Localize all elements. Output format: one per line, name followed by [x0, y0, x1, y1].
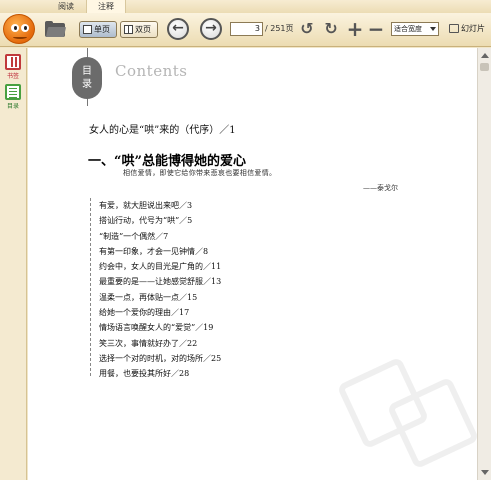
menu-bar: 阅读 注释: [0, 0, 491, 13]
double-page-icon: [124, 25, 133, 34]
toc-entry[interactable]: 搭讪行动，代号为“哄”／5: [99, 213, 221, 228]
toc-entry[interactable]: 情场语言唤醒女人的“爱觉”／19: [99, 320, 221, 335]
sidebar-item-label: 目录: [6, 103, 19, 110]
rotate-left-icon[interactable]: ↺: [298, 20, 316, 38]
toc-entry[interactable]: “制造”一个偶然／7: [99, 229, 221, 244]
sidebar: 书签 目录: [0, 48, 27, 480]
toc-entry[interactable]: 用餐，也要投其所好／28: [99, 366, 221, 381]
bookshelf-icon: [5, 54, 21, 70]
sidebar-item-label: 书签: [6, 73, 19, 80]
toc-entry[interactable]: 有第一印象，才会一见钟情／8: [99, 244, 221, 259]
zoom-select-value: 适合宽度: [394, 25, 422, 33]
toc-entry[interactable]: 温柔一点，再体贴一点／15: [99, 290, 221, 305]
document-page[interactable]: 目 录 Contents 女人的心是“哄”来的（代序）／1 一、“哄”总能博得她…: [28, 48, 477, 480]
heading-char-2: 录: [82, 79, 92, 90]
prev-page-icon[interactable]: ←: [167, 18, 189, 40]
toc-heading-badge: 目 录: [72, 57, 102, 99]
toc-icon: [5, 84, 21, 100]
single-page-icon: [83, 25, 92, 34]
slideshow-button[interactable]: 幻灯片: [449, 22, 485, 36]
slideshow-label: 幻灯片: [461, 24, 485, 33]
single-page-label: 单页: [94, 25, 110, 34]
zoom-out-icon[interactable]: −: [367, 19, 385, 39]
toc-entry[interactable]: 有爱，就大胆说出来吧／3: [99, 198, 221, 213]
toc-entry[interactable]: 给她一个爱你的理由／17: [99, 305, 221, 320]
chevron-down-icon: [430, 27, 436, 31]
sidebar-item-bookshelf[interactable]: 书签: [2, 54, 24, 80]
contents-heading: Contents: [115, 62, 188, 80]
rotate-right-icon[interactable]: ↻: [322, 20, 340, 38]
next-page-icon[interactable]: →: [200, 18, 222, 40]
toc-entry[interactable]: 选择一个对的时机，对的场所／25: [99, 351, 221, 366]
toc-entry[interactable]: 最重要的是——让她感觉舒服／13: [99, 274, 221, 289]
double-page-label: 双页: [135, 25, 151, 34]
chapter-title[interactable]: 一、“哄”总能博得她的爱心: [88, 150, 246, 169]
toolbar: 单页 双页 ← → 3 / 251页 ↺ ↻ + − 适合宽度 幻灯片: [0, 13, 491, 47]
slideshow-icon: [449, 24, 459, 33]
scroll-up-icon[interactable]: [481, 53, 489, 58]
toc-entry[interactable]: 约会中，女人的目光是广角的／11: [99, 259, 221, 274]
toc-dashed-rule: [90, 198, 91, 376]
watermark-stamp: [328, 348, 477, 478]
scrollbar-thumb[interactable]: [480, 63, 489, 71]
sidebar-item-toc[interactable]: 目录: [2, 84, 24, 110]
chapter-quote: 相信爱情，即使它给你带来悲哀也要相信爱情。: [123, 169, 277, 177]
page-number-input[interactable]: 3: [230, 22, 263, 36]
page-total: / 251页: [265, 24, 294, 33]
heading-char-1: 目: [82, 66, 92, 77]
tab-annotate[interactable]: 注释: [86, 0, 126, 13]
double-page-button[interactable]: 双页: [120, 21, 158, 38]
toc-entry[interactable]: 笑三次，事情就好办了／22: [99, 336, 221, 351]
preface-entry[interactable]: 女人的心是“哄”来的（代序）／1: [89, 121, 236, 136]
quote-author: ——泰戈尔: [363, 184, 398, 192]
app-logo-icon[interactable]: [3, 14, 35, 44]
open-folder-icon[interactable]: [45, 21, 67, 37]
vertical-scrollbar[interactable]: [477, 48, 491, 480]
scroll-down-icon[interactable]: [481, 470, 489, 475]
tab-read[interactable]: 阅读: [46, 0, 86, 13]
toc-list: 有爱，就大胆说出来吧／3 搭讪行动，代号为“哄”／5 “制造”一个偶然／7 有第…: [99, 198, 221, 382]
zoom-in-icon[interactable]: +: [346, 19, 364, 39]
zoom-select[interactable]: 适合宽度: [391, 22, 439, 36]
single-page-button[interactable]: 单页: [79, 21, 117, 38]
